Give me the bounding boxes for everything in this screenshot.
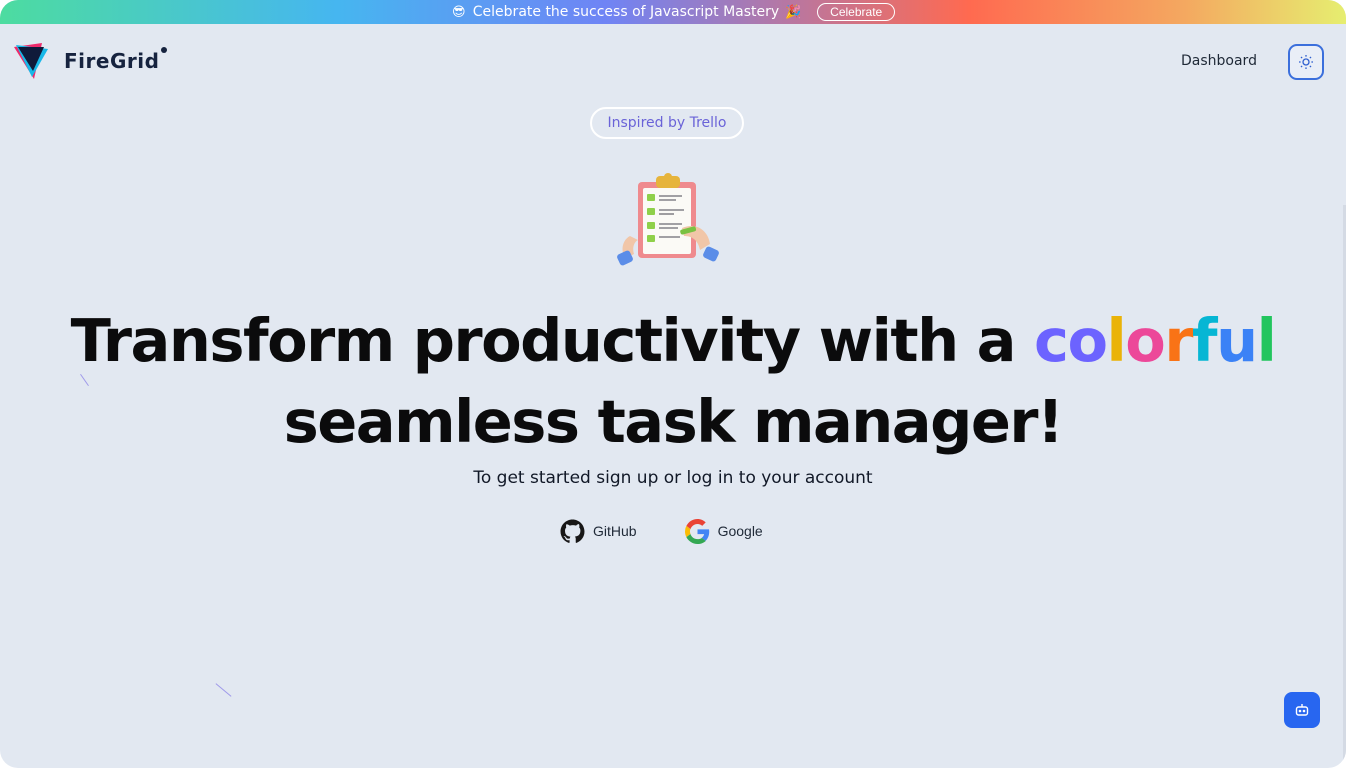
github-icon [560,519,585,543]
decorative-streak [215,683,232,697]
brand-name-text: FireGrid [64,49,160,73]
celebrate-button[interactable]: Celebrate [817,3,896,21]
headline-line-1: Transform productivity with a colorful [0,300,1346,381]
sunglasses-emoji-icon: 😎 [452,4,466,20]
inspired-badge: Inspired by Trello [590,107,744,139]
nav-dashboard-link[interactable]: Dashboard [1181,53,1257,69]
github-label: GitHub [593,523,637,539]
page: 😎 Celebrate the success of Javascript Ma… [0,0,1346,768]
bot-icon [1295,704,1309,716]
sun-icon [1299,55,1313,69]
google-label: Google [717,523,763,539]
brand-dot [161,47,168,53]
colorful-letter: o [1067,306,1108,375]
headline-text-part1: Transform productivity with a [70,306,1034,375]
brand-name: FireGrid [64,47,168,73]
hero-headline: Transform productivity with a colorful s… [0,300,1346,462]
headline-colorful-word: colorful [1034,306,1277,375]
colorful-letter: l [1106,306,1127,375]
announcement-text: Celebrate the success of Javascript Mast… [472,4,780,20]
headline-line-2: seamless task manager! [283,387,1064,456]
google-login-button[interactable]: Google [684,518,763,544]
theme-toggle-button[interactable] [1288,44,1324,80]
hero-subtitle: To get started sign up or log in to your… [473,468,873,488]
auth-buttons: GitHub Google [560,518,763,544]
github-login-button[interactable]: GitHub [560,518,637,544]
clipboard-checklist-illustration [617,173,719,266]
colorful-letter: c [1034,306,1069,375]
brand-logo[interactable]: FireGrid [12,41,168,81]
assistant-bot-button[interactable] [1284,692,1320,728]
google-icon [684,518,709,544]
announcement-bar: 😎 Celebrate the success of Javascript Ma… [0,0,1346,24]
firegrid-logo-icon [14,43,48,79]
colorful-letter: l [1256,306,1277,375]
party-popper-emoji-icon: 🎉 [785,4,802,20]
colorful-letter: o [1125,306,1166,375]
colorful-letter: r [1164,306,1193,375]
colorful-letter: f [1191,306,1218,375]
colorful-letter: u [1216,306,1258,375]
